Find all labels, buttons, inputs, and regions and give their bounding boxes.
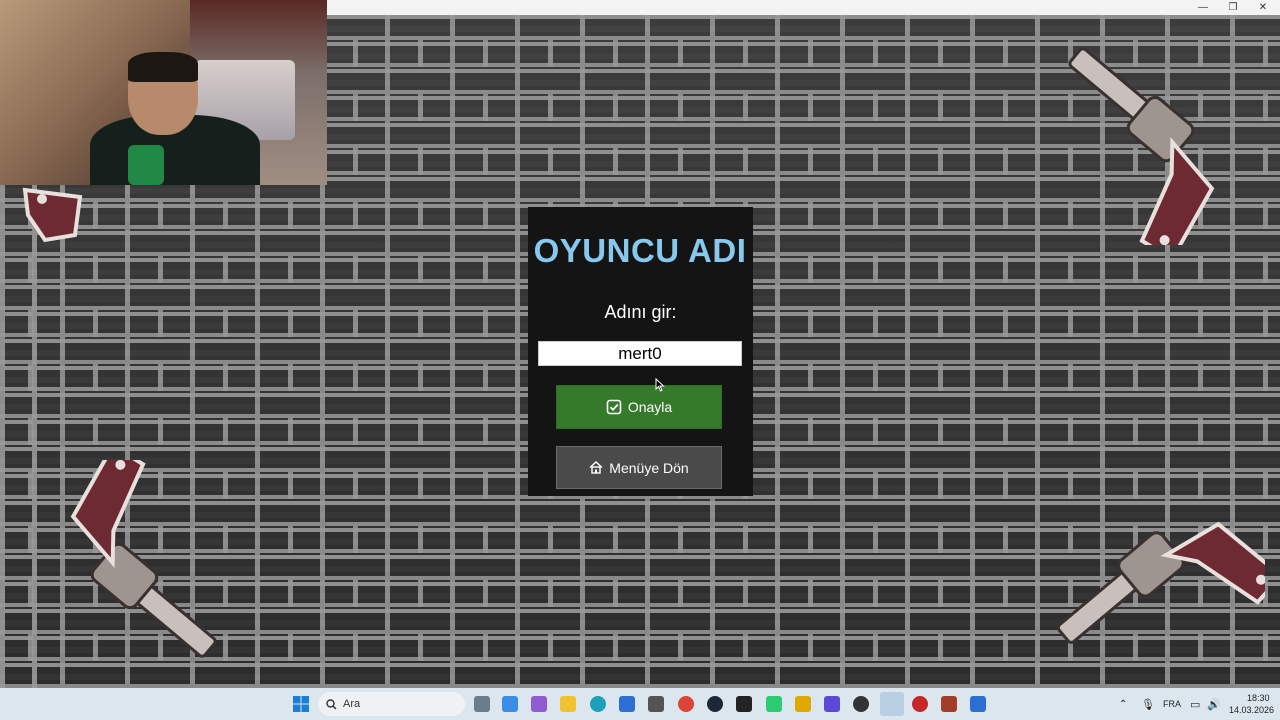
- taskbar-search[interactable]: Ara: [318, 692, 465, 716]
- grid-app-icon[interactable]: [824, 696, 840, 712]
- game-app-icon[interactable]: [766, 696, 782, 712]
- back-to-menu-button[interactable]: Menüye Dön: [556, 446, 722, 489]
- search-icon: [326, 698, 337, 710]
- revolver-bottom-left-icon: [70, 460, 217, 658]
- confirm-button-label: Onayla: [627, 399, 673, 415]
- mail-icon[interactable]: [619, 696, 635, 712]
- checkbox-icon: [606, 399, 622, 415]
- close-button[interactable]: ✕: [1248, 0, 1278, 15]
- task-view-icon[interactable]: [474, 696, 490, 712]
- player-name-input[interactable]: [538, 341, 742, 366]
- vscode-icon[interactable]: [970, 696, 986, 712]
- obs-icon[interactable]: [853, 696, 869, 712]
- mouse-cursor-icon: [655, 378, 665, 392]
- revolver-bottom-right-icon: [1056, 521, 1265, 644]
- active-app-icon[interactable]: [880, 692, 904, 716]
- edge-icon[interactable]: [590, 696, 606, 712]
- archive-icon[interactable]: [941, 696, 957, 712]
- steam-icon[interactable]: [707, 696, 723, 712]
- language-indicator[interactable]: FRA: [1163, 699, 1181, 709]
- chrome-icon[interactable]: [678, 696, 694, 712]
- copilot-icon[interactable]: [531, 696, 547, 712]
- back-to-menu-label: Menüye Dön: [609, 459, 689, 476]
- maximize-button[interactable]: ❐: [1218, 0, 1248, 15]
- rockstar-icon[interactable]: [795, 696, 811, 712]
- epic-games-icon[interactable]: [736, 696, 752, 712]
- name-prompt-label: Adını gir:: [604, 302, 677, 322]
- house-icon: [589, 461, 603, 474]
- revolver-top-right-icon: [1068, 47, 1215, 245]
- volume-icon[interactable]: 🔊: [1207, 698, 1221, 711]
- clock-time[interactable]: 18:30: [1247, 693, 1270, 703]
- dialog-title: OYUNCU ADI: [533, 232, 747, 269]
- confirm-button[interactable]: Onayla: [556, 385, 722, 429]
- opera-icon[interactable]: [912, 696, 928, 712]
- minimize-button[interactable]: —: [1188, 0, 1218, 15]
- network-icon[interactable]: ▭: [1190, 698, 1200, 711]
- tray-chevron-icon[interactable]: ⌃: [1119, 699, 1127, 710]
- file-explorer-icon[interactable]: [560, 696, 576, 712]
- microphone-icon[interactable]: 🎙: [1141, 698, 1155, 711]
- clock-date[interactable]: 14.03.2026: [1229, 705, 1274, 715]
- windows-start-icon[interactable]: [293, 696, 309, 712]
- app-icon[interactable]: [648, 696, 664, 712]
- webcam-overlay: [0, 0, 327, 185]
- search-placeholder: Ara: [343, 698, 361, 710]
- store-icon[interactable]: [502, 696, 518, 712]
- taskbar: [0, 688, 1280, 720]
